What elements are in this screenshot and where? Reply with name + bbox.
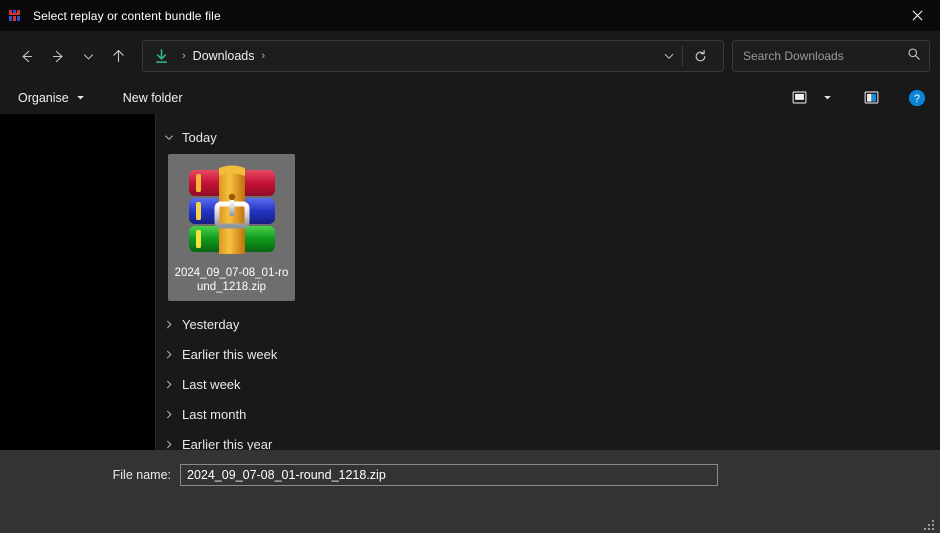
file-picker-dialog: Select replay or content bundle file [0, 0, 940, 533]
preview-pane-icon[interactable] [856, 85, 886, 111]
breadcrumb-folder[interactable]: Downloads [193, 49, 255, 63]
close-icon[interactable] [894, 0, 940, 31]
chevron-down-icon [164, 132, 174, 143]
window-title: Select replay or content bundle file [33, 9, 221, 23]
up-button[interactable] [102, 40, 134, 72]
group-label: Yesterday [182, 317, 239, 332]
refresh-icon[interactable] [683, 41, 717, 71]
downloads-icon [153, 48, 170, 65]
search-box[interactable] [732, 40, 930, 72]
group-label: Today [182, 130, 217, 145]
chevron-right-icon [164, 349, 174, 360]
group-label: Earlier this week [182, 347, 277, 362]
organise-label: Organise [18, 91, 69, 105]
recent-locations-chevron-down-icon[interactable] [74, 40, 102, 72]
navigation-bar: › Downloads › [0, 31, 940, 81]
chevron-right-icon [164, 319, 174, 330]
search-icon[interactable] [907, 47, 921, 66]
address-bar-controls [656, 41, 717, 71]
breadcrumb-separator-1: › [182, 50, 186, 62]
breadcrumb-separator-2[interactable]: › [262, 50, 266, 62]
dialog-body: Today [0, 114, 940, 450]
group-header-today[interactable]: Today [156, 124, 940, 150]
chevron-right-icon [164, 379, 174, 390]
dialog-footer: File name: Replay or content bundle file… [0, 450, 940, 533]
search-input[interactable] [743, 49, 907, 63]
filename-input[interactable] [180, 464, 718, 486]
forward-button[interactable] [42, 40, 74, 72]
group-header-earlier-this-year[interactable]: Earlier this year [156, 429, 940, 450]
address-bar[interactable]: › Downloads › [142, 40, 724, 72]
new-folder-button[interactable]: New folder [115, 85, 191, 111]
chevron-down-icon [76, 91, 85, 105]
filename-label: File name: [0, 468, 180, 482]
view-controls: ? [784, 85, 932, 111]
collapsed-groups: Yesterday Earlier this week [156, 301, 940, 450]
help-icon[interactable]: ? [902, 85, 932, 111]
resize-grip[interactable] [923, 517, 935, 529]
svg-text:?: ? [914, 93, 920, 105]
group-header-last-week[interactable]: Last week [156, 369, 940, 399]
chevron-right-icon [164, 409, 174, 420]
file-tile-selected[interactable]: 2024_09_07-08_01-round_1218.zip [168, 154, 295, 301]
file-list-pane[interactable]: Today [156, 114, 940, 450]
group-label: Earlier this year [182, 437, 272, 451]
address-chevron-down-icon[interactable] [656, 41, 682, 71]
command-bar: Organise New folder [0, 81, 940, 114]
group-header-earlier-this-week[interactable]: Earlier this week [156, 339, 940, 369]
group-header-last-month[interactable]: Last month [156, 399, 940, 429]
filename-row: File name: [0, 450, 940, 486]
back-button[interactable] [10, 40, 42, 72]
new-folder-label: New folder [123, 91, 183, 105]
group-label: Last week [182, 377, 241, 392]
group-header-yesterday[interactable]: Yesterday [156, 309, 940, 339]
navigation-pane[interactable] [0, 114, 156, 450]
winrar-archive-icon [181, 160, 283, 262]
view-mode-chevron-down-icon[interactable] [816, 85, 838, 111]
file-tile-row: 2024_09_07-08_01-round_1218.zip [156, 150, 940, 301]
chevron-right-icon [164, 439, 174, 450]
file-tile-label: 2024_09_07-08_01-round_1218.zip [173, 266, 290, 294]
group-label: Last month [182, 407, 246, 422]
view-mode-icon[interactable] [784, 85, 814, 111]
organise-button[interactable]: Organise [10, 85, 93, 111]
title-bar: Select replay or content bundle file [0, 0, 940, 31]
winrar-app-icon [8, 8, 24, 24]
